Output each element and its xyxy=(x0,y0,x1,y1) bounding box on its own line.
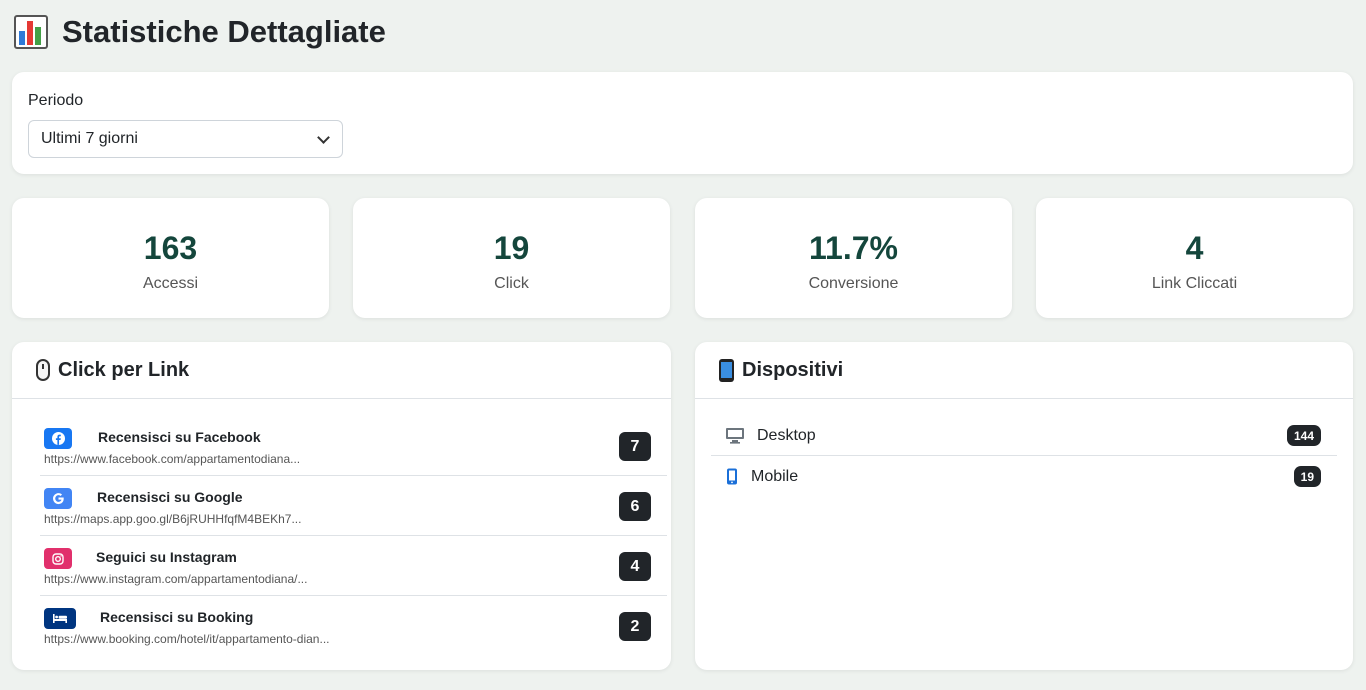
device-label: Mobile xyxy=(751,468,799,485)
chevron-down-icon xyxy=(317,131,330,144)
mouse-icon xyxy=(36,359,50,381)
device-count-badge: 19 xyxy=(1293,466,1321,487)
link-row-google[interactable]: Recensisci su Google https://maps.app.go… xyxy=(40,476,667,536)
stat-card-link-cliccati: 4 Link Cliccati xyxy=(1036,198,1353,318)
links-panel-header: Click per Link xyxy=(12,342,671,399)
stat-card-click: 19 Click xyxy=(353,198,670,318)
stat-card-conversione: 11.7% Conversione xyxy=(695,198,1012,318)
device-label: Desktop xyxy=(757,427,816,444)
stat-value: 11.7% xyxy=(809,230,898,266)
stat-label: Click xyxy=(494,275,529,292)
link-url: https://www.instagram.com/appartamentodi… xyxy=(44,572,308,586)
link-row-facebook[interactable]: Recensisci su Facebook https://www.faceb… xyxy=(40,416,667,476)
click-count-badge: 6 xyxy=(619,492,651,521)
stat-value: 19 xyxy=(493,230,530,266)
stat-value: 163 xyxy=(143,230,198,266)
link-url: https://www.booking.com/hotel/it/apparta… xyxy=(44,632,330,646)
link-name: Recensisci su Facebook xyxy=(98,429,261,445)
facebook-icon xyxy=(44,428,72,449)
devices-panel-header: Dispositivi xyxy=(695,342,1353,399)
bed-icon xyxy=(44,608,76,629)
devices-panel: Dispositivi Desktop 144 Mobile 19 xyxy=(695,342,1353,670)
devices-panel-title: Dispositivi xyxy=(742,358,844,381)
stat-label: Link Cliccati xyxy=(1151,275,1238,292)
stat-label: Conversione xyxy=(808,275,899,292)
link-row-booking[interactable]: Recensisci su Booking https://www.bookin… xyxy=(40,596,667,656)
mobile-icon xyxy=(726,468,738,490)
stat-label: Accessi xyxy=(142,275,199,292)
click-count-badge: 4 xyxy=(619,552,651,581)
stat-value: 4 xyxy=(1185,230,1204,266)
link-url: https://maps.app.goo.gl/B6jRUHHfqfM4BEKh… xyxy=(44,512,302,526)
desktop-icon xyxy=(725,427,745,449)
links-panel: Click per Link Recensisci su Facebook ht… xyxy=(12,342,671,670)
google-icon xyxy=(44,488,72,509)
device-count-badge: 144 xyxy=(1286,425,1321,446)
device-row-desktop: Desktop 144 xyxy=(711,415,1337,456)
instagram-icon xyxy=(44,548,72,569)
device-row-mobile: Mobile 19 xyxy=(711,456,1337,497)
filter-card: Periodo Ultimi 7 giorni xyxy=(12,72,1353,174)
page-title: Statistiche Dettagliate xyxy=(14,12,386,52)
link-name: Recensisci su Google xyxy=(97,489,243,505)
link-url: https://www.facebook.com/appartamentodia… xyxy=(44,452,301,466)
mobile-phone-icon xyxy=(719,358,734,382)
bar-chart-icon xyxy=(14,15,48,49)
period-select[interactable]: Ultimi 7 giorni xyxy=(28,120,343,158)
period-select-value: Ultimi 7 giorni xyxy=(41,130,138,147)
link-name: Seguici su Instagram xyxy=(96,549,237,565)
click-count-badge: 7 xyxy=(619,432,651,461)
link-name: Recensisci su Booking xyxy=(100,609,254,625)
links-panel-title: Click per Link xyxy=(58,358,190,381)
stat-card-accessi: 163 Accessi xyxy=(12,198,329,318)
page-title-text: Statistiche Dettagliate xyxy=(62,14,386,49)
link-row-instagram[interactable]: Seguici su Instagram https://www.instagr… xyxy=(40,536,667,596)
period-label: Periodo xyxy=(28,92,84,109)
click-count-badge: 2 xyxy=(619,612,651,641)
